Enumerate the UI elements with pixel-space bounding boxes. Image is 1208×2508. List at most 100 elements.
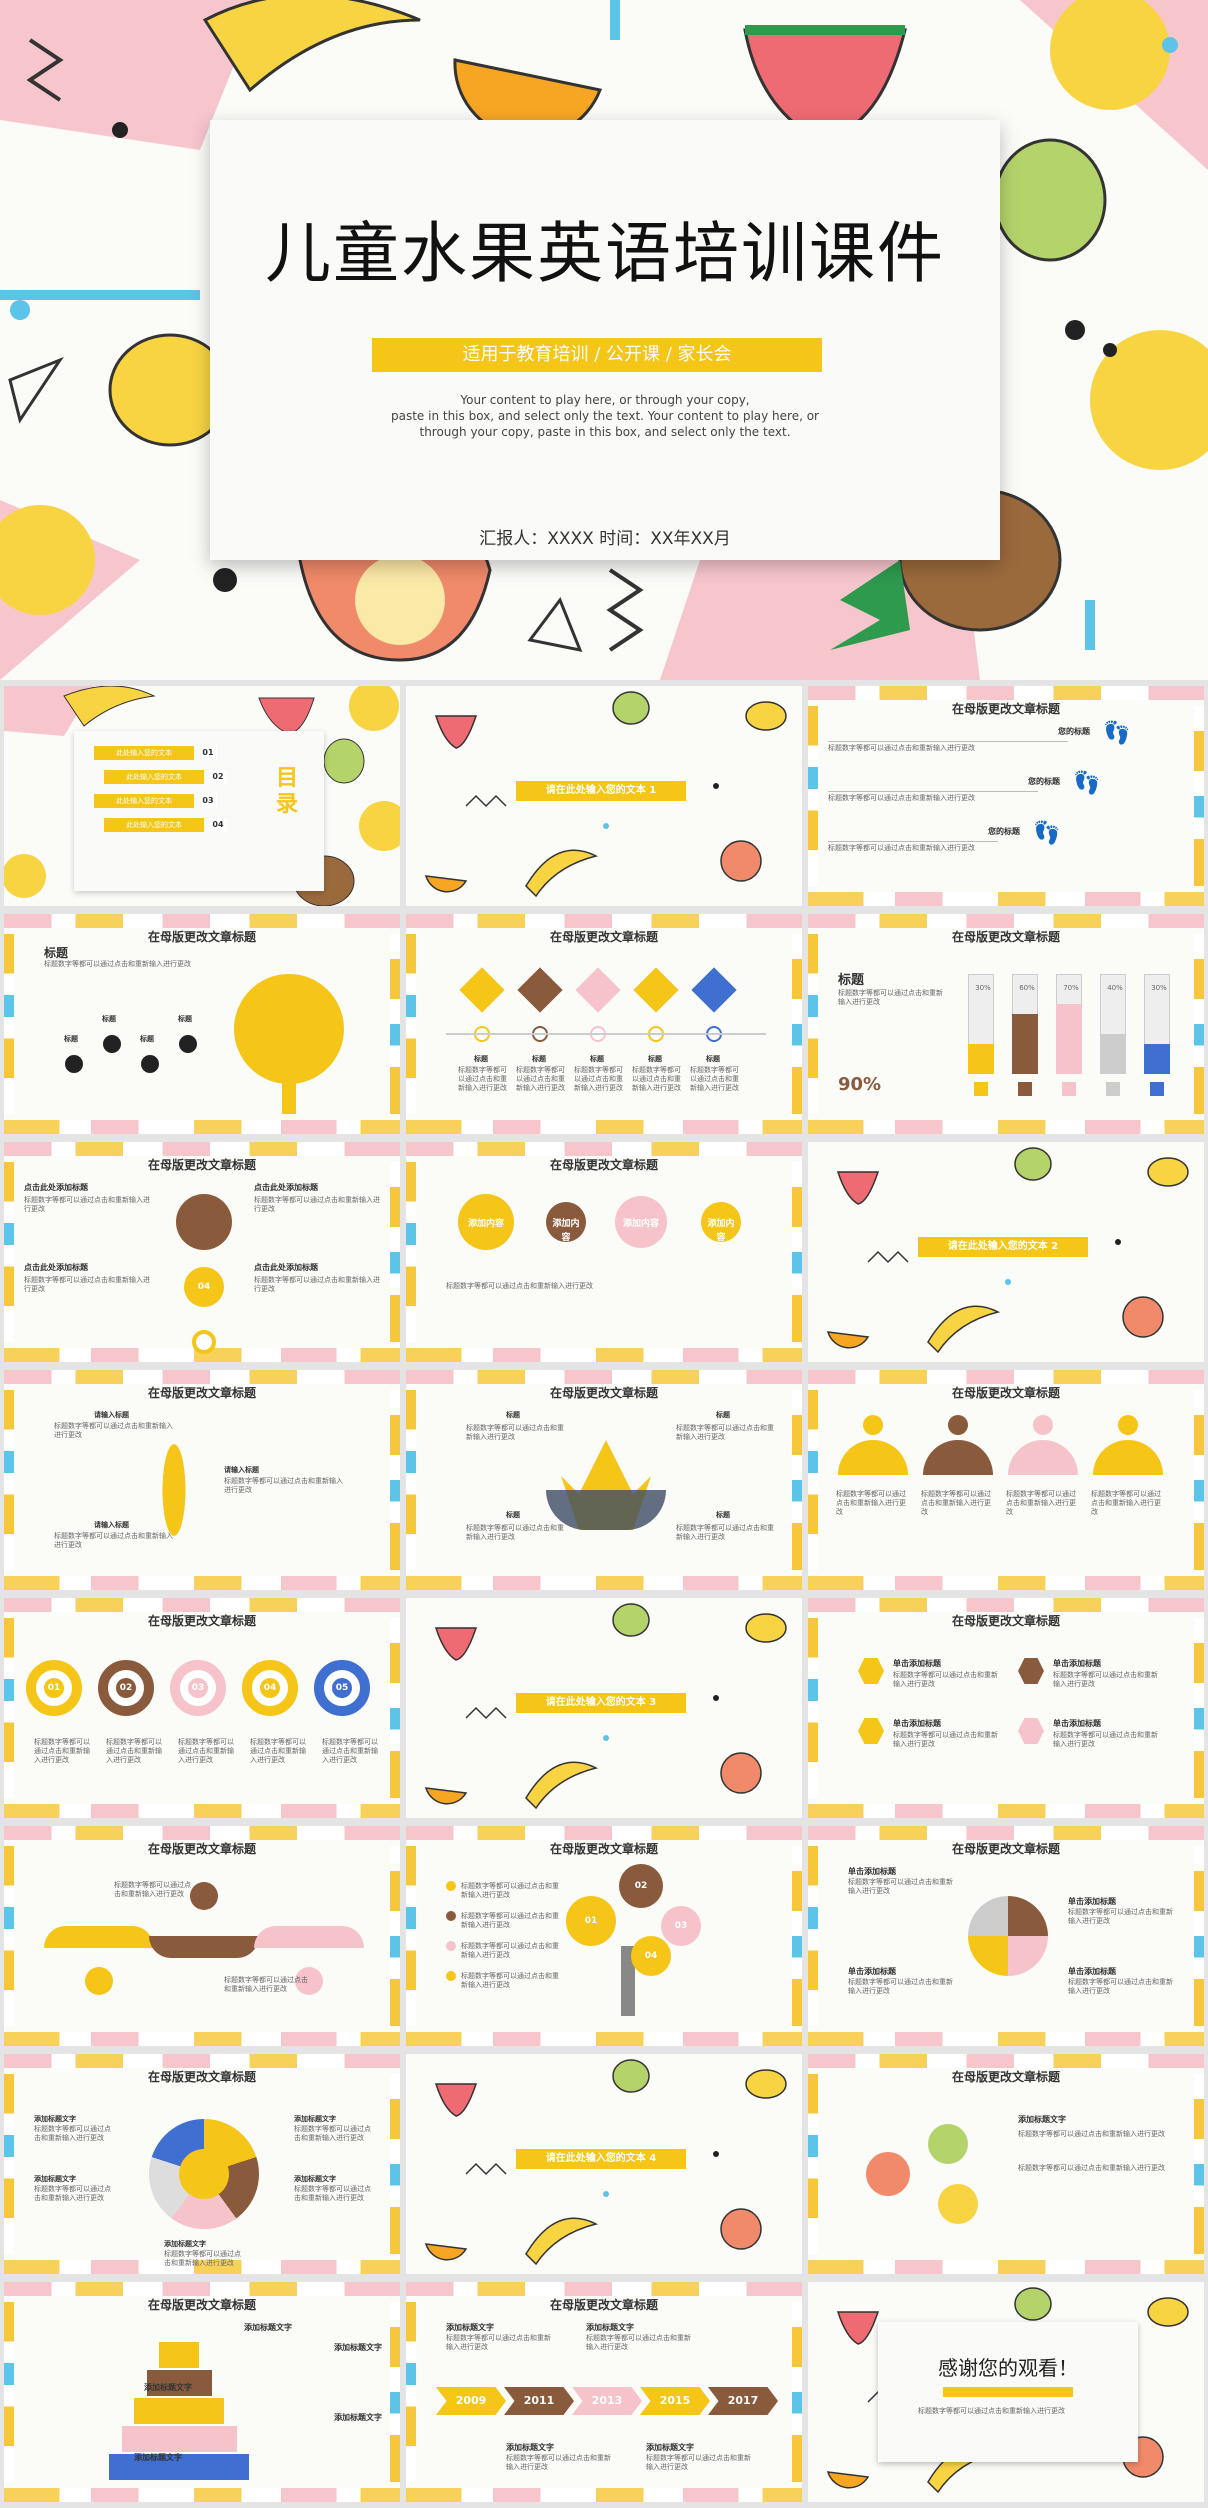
car-icon-1 <box>65 1055 83 1073</box>
slide-thumbnail-10[interactable]: 请在此处输入您的文本 2 <box>808 1142 1204 1362</box>
click-text-1: 标题数字等都可以通过点击和重新输入进行更改 <box>24 1196 150 1214</box>
toc-item-num-3: 03 <box>199 794 217 808</box>
step-text-1: 标题数字等都可以通过点击和重新输入进行更改 <box>458 1066 507 1093</box>
bottle-pct-2: 60% <box>1019 984 1035 992</box>
branch-title-2: 请输入标题 <box>224 1466 259 1474</box>
slide-thumbnail-16[interactable]: 在母版更改文章标题 单击添加标题 标题数字等都可以通过点击和重新输入进行更改 单击添加… <box>808 1598 1204 1818</box>
hex-text-2: 标题数字等都可以通过点击和重新输入进行更改 <box>1053 1671 1158 1689</box>
lotus-title-1: 标题 <box>506 1411 520 1419</box>
right-pattern-strip <box>390 1390 400 1570</box>
footprint-icon: 👣 <box>1033 821 1061 846</box>
right-pattern-strip <box>1194 1846 1204 2026</box>
left-pattern-strip <box>4 2302 14 2482</box>
step-text-2: 标题数字等都可以通过点击和重新输入进行更改 <box>106 1738 162 1765</box>
slide-title: 在母版更改文章标题 <box>549 1386 658 1400</box>
slide-thumbnail-5[interactable]: 在母版更改文章标题 标题 标题数字等都可以通过点击和重新输入进行更改 标题 标题 标题 标题 <box>4 914 400 1134</box>
slide-thumbnail-22[interactable]: 在母版更改文章标题 添加标题文字 标题数字等都可以通过点击和重新输入进行更改 标题数字… <box>808 2054 1204 2274</box>
left-pattern-strip <box>406 934 416 1114</box>
slide-thumbnail-9[interactable]: 在母版更改文章标题 添加内容 添加内容 添加内容 添加内容 标题数字等都可以通过点击和重新… <box>406 1142 802 1362</box>
puzzle-text-3: 标题数字等都可以通过点击和重新输入进行更改 <box>848 1978 953 1996</box>
right-pattern-strip <box>390 1162 400 1342</box>
step-title-4: 标题 <box>648 1055 662 1063</box>
slide-thumbnail-15[interactable]: 请在此处输入您的文本 3 <box>406 1598 802 1818</box>
slide-thumbnail-2[interactable]: 此处输入您的文本 01 此处输入您的文本 02 此处输入您的文本 03 此处输入您的文本 04… <box>4 686 400 906</box>
click-text-2: 标题数字等都可以通过点击和重新输入进行更改 <box>254 1196 380 1214</box>
slide-thumbnail-14[interactable]: 在母版更改文章标题 01 标题数字等都可以通过点击和重新输入进行更改 02 标题数字等都… <box>4 1598 400 1818</box>
slide-thumbnail-13[interactable]: 在母版更改文章标题 标题数字等都可以通过点击和重新输入进行更改 标题数字等都可以通过… <box>808 1370 1204 1590</box>
top-pattern-strip <box>808 2054 1204 2068</box>
bottom-pattern-strip <box>406 1120 802 1134</box>
click-text-4: 标题数字等都可以通过点击和重新输入进行更改 <box>254 1276 380 1294</box>
top-pattern-strip <box>808 1598 1204 1612</box>
wave-text-2: 标题数字等都可以通过点击和重新输入进行更改 <box>224 1976 308 1994</box>
dome-1 <box>838 1440 908 1475</box>
slide-title: 在母版更改文章标题 <box>147 930 256 944</box>
bottle-pct-1: 30% <box>975 984 991 992</box>
slide-thumbnail-4[interactable]: 在母版更改文章标题 您的标题 👣 标题数字等都可以通过点击和重新输入进行更改 您的标题 👣… <box>808 686 1204 906</box>
bottle-icon-5 <box>1150 1082 1164 1096</box>
footprint-icon: 👣 <box>1073 771 1101 796</box>
bottom-pattern-strip <box>406 1348 802 1362</box>
click-text-3: 标题数字等都可以通过点击和重新输入进行更改 <box>24 1276 150 1294</box>
top-pattern-strip <box>4 2282 400 2296</box>
tree-node-1: 01 <box>566 1896 616 1946</box>
step-num-4: 04 <box>260 1678 280 1698</box>
slide-title: 在母版更改文章标题 <box>147 1386 256 1400</box>
top-pattern-strip <box>4 2054 400 2068</box>
timeline-title-4: 添加标题文字 <box>646 2443 694 2452</box>
slide-title: 在母版更改文章标题 <box>951 1842 1060 1856</box>
slide-thumbnail-8[interactable]: 在母版更改文章标题 点击此处添加标题 标题数字等都可以通过点击和重新输入进行更改 点击… <box>4 1142 400 1362</box>
bottle-pct-5: 30% <box>1151 984 1167 992</box>
slide-thumbnail-18[interactable]: 在母版更改文章标题 01 02 03 04 标题数字等都可以通过点击和重新输入进行更改 标题… <box>406 1826 802 2046</box>
slide-thumbnail-3[interactable]: 请在此处输入您的文本 1 <box>406 686 802 906</box>
bottom-pattern-strip <box>808 2032 1204 2046</box>
bottle-fill-1 <box>968 1044 994 1074</box>
timeline-title-1: 添加标题文字 <box>446 2323 494 2332</box>
question-mid: 04 <box>184 1267 224 1307</box>
lemon-icon <box>938 2184 978 2224</box>
cover-slide[interactable]: 儿童水果英语培训课件 适用于教育培训 / 公开课 / 家长会 Your cont… <box>0 0 1208 680</box>
guide-line <box>828 841 998 842</box>
slide-thumbnail-25[interactable]: 感谢您的观看！ 标题数字等都可以通过点击和重新输入进行更改 <box>808 2282 1204 2502</box>
timeline-year-1: 2009 <box>436 2387 506 2415</box>
slide-title: 在母版更改文章标题 <box>549 930 658 944</box>
timeline-text-4: 标题数字等都可以通过点击和重新输入进行更改 <box>646 2454 751 2472</box>
slide-thumbnail-20[interactable]: 在母版更改文章标题 添加标题文字 标题数字等都可以通过点击和重新输入进行更改 添加标题… <box>4 2054 400 2274</box>
toc-item-label-2: 此处输入您的文本 <box>104 770 204 784</box>
slide-thumbnail-21[interactable]: 请在此处输入您的文本 4 <box>406 2054 802 2274</box>
your-title-2: 您的标题 <box>1028 777 1060 786</box>
slide-thumbnail-11[interactable]: 在母版更改文章标题 请输入标题 标题数字等都可以通过点击和重新输入进行更改 请输入标题… <box>4 1370 400 1590</box>
slide-thumbnail-6[interactable]: 在母版更改文章标题 标题 标题数字等都可以通过点击和重新输入进行更改 标题 标题数字等都… <box>406 914 802 1134</box>
body-text: 标题数字等都可以通过点击和重新输入进行更改 <box>446 1282 593 1290</box>
timeline-year-2: 2011 <box>504 2387 574 2415</box>
bullet-2 <box>446 1911 456 1921</box>
top-pattern-strip <box>406 914 802 928</box>
slide-thumbnail-23[interactable]: 在母版更改文章标题 添加标题文字 添加标题文字 添加标题文字 添加标题文字 添加标题文字 <box>4 2282 400 2502</box>
radial-title-5: 添加标题文字 <box>164 2240 206 2248</box>
slide-thumbnail-17[interactable]: 在母版更改文章标题 标题数字等都可以通过点击和重新输入进行更改 标题数字等都可以通过… <box>4 1826 400 2046</box>
step-text-4: 标题数字等都可以通过点击和重新输入进行更改 <box>250 1738 306 1765</box>
gear-1: 添加内容 <box>458 1194 514 1250</box>
left-pattern-strip <box>406 1162 416 1342</box>
slide-thumbnail-19[interactable]: 在母版更改文章标题 单击添加标题 标题数字等都可以通过点击和重新输入进行更改 单击添加… <box>808 1826 1204 2046</box>
bottle-icon-2 <box>1018 1082 1032 1096</box>
bullet-3 <box>446 1941 456 1951</box>
right-pattern-strip <box>1194 934 1204 1114</box>
radial-title-2: 添加标题文字 <box>294 2115 336 2123</box>
cube-icon-2 <box>517 967 563 1013</box>
lotus-text-3: 标题数字等都可以通过点击和重新输入进行更改 <box>466 1524 564 1542</box>
right-pattern-strip <box>1194 706 1204 886</box>
click-title-4: 点击此处添加标题 <box>254 1263 318 1272</box>
toc-item-label-3: 此处输入您的文本 <box>94 794 194 808</box>
hex-icon-3 <box>858 1718 884 1744</box>
slide-thumbnail-24[interactable]: 在母版更改文章标题 2009 2011 2013 2015 2017 添加标题文字 标题数字等… <box>406 2282 802 2502</box>
top-pattern-strip <box>808 914 1204 928</box>
top-pattern-strip <box>406 1370 802 1384</box>
slide-title: 在母版更改文章标题 <box>147 2298 256 2312</box>
slide-thumbnail-12[interactable]: 在母版更改文章标题 标题 标题数字等都可以通过点击和重新输入进行更改 标题 标题数字等都… <box>406 1370 802 1590</box>
pyramid-layer-4 <box>121 2426 237 2452</box>
slide-thumbnail-7[interactable]: 在母版更改文章标题 标题 标题数字等都可以通过点击和重新输入进行更改 90% 30% 60… <box>808 914 1204 1134</box>
lotus-text-4: 标题数字等都可以通过点击和重新输入进行更改 <box>676 1524 774 1542</box>
slide-title: 在母版更改文章标题 <box>951 2070 1060 2084</box>
dome-text-4: 标题数字等都可以通过点击和重新输入进行更改 <box>1091 1490 1161 1517</box>
